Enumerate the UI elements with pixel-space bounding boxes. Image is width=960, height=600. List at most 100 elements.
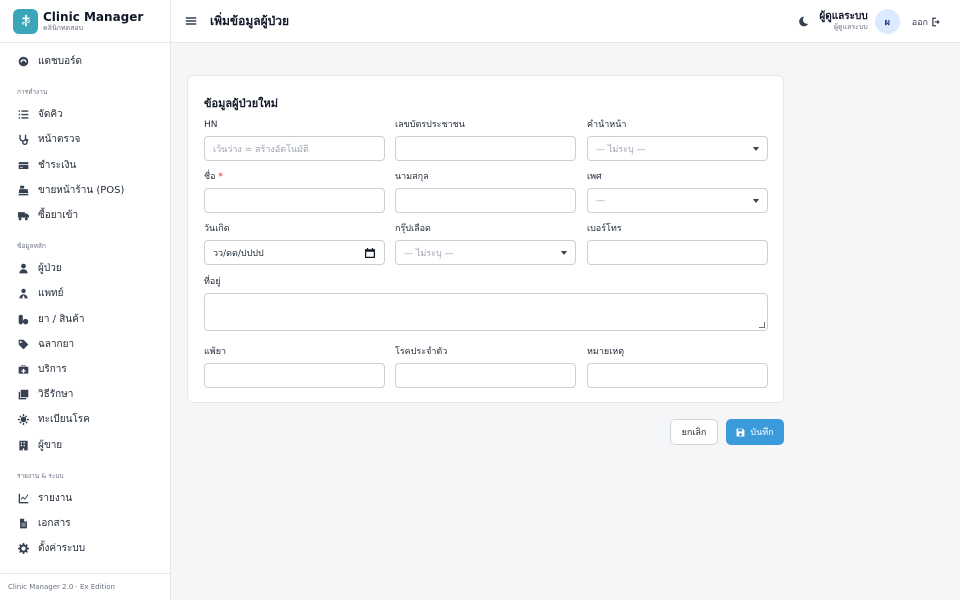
avatar[interactable]: ผ — [874, 9, 900, 34]
note-input[interactable] — [587, 363, 768, 388]
first-name-label: ชื่อ * — [204, 172, 223, 182]
credit-card-icon — [17, 159, 29, 171]
logout-label: ออก — [911, 17, 928, 28]
address-textarea[interactable] — [204, 293, 768, 331]
allergy-label: แพ้ยา — [204, 347, 227, 357]
pills-icon — [17, 313, 29, 325]
page-title: เพิ่มข้อมูลผู้ป่วย — [210, 13, 290, 28]
user-name: ผู้ดูแลระบบ — [819, 11, 868, 22]
blood-group-label: กรุ๊ปเลือด — [395, 224, 431, 234]
calendar-icon[interactable] — [365, 248, 375, 258]
sidebar-item-dashboard[interactable]: แดชบอร์ด — [0, 49, 170, 74]
note-label: หมายเหตุ — [587, 347, 625, 357]
sidebar-item-label: ทะเบียนโรค — [38, 414, 90, 426]
gender-label: เพศ — [587, 172, 602, 182]
logout-icon — [932, 17, 940, 26]
logout-button[interactable]: ออก — [912, 15, 941, 29]
sidebar-item-drugs[interactable]: ยา / สินค้า — [0, 307, 170, 332]
national-id-field-group: เลขบัตรประชาชน — [395, 120, 576, 161]
patient-form-card: ข้อมูลผู้ป่วยใหม่ HN เว้นว่าง = สร้างอัต… — [187, 75, 784, 403]
national-id-input[interactable] — [395, 136, 576, 161]
sidebar-section-operations: การทำงาน — [17, 88, 48, 97]
sidebar-item-purchase[interactable]: ซื้อยาเข้า — [0, 203, 170, 228]
last-name-label: นามสกุล — [395, 172, 429, 182]
sidebar-item-examination[interactable]: หน้าตรวจ — [0, 127, 170, 152]
app-subtitle: คลินิกทดสอบ — [43, 23, 84, 32]
tag-icon — [17, 338, 29, 350]
moon-icon[interactable] — [798, 16, 809, 27]
sidebar-item-patients[interactable]: ผู้ป่วย — [0, 256, 170, 281]
gender-field-group: เพศ — — [587, 172, 768, 213]
sidebar-item-label: แดชบอร์ด — [38, 56, 82, 68]
cancel-button[interactable]: ยกเลิก — [670, 419, 718, 445]
caret-down-icon — [753, 199, 759, 203]
sidebar-item-services[interactable]: บริการ — [0, 357, 170, 382]
stethoscope-icon — [17, 134, 29, 146]
prefix-select[interactable]: — ไม่ระบุ — — [587, 136, 768, 161]
sidebar-item-payment[interactable]: ชำระเงิน — [0, 153, 170, 178]
last-name-input[interactable] — [395, 188, 576, 213]
save-label: บันทึก — [750, 428, 774, 438]
gender-select[interactable]: — — [587, 188, 768, 213]
brand[interactable]: Clinic Manager คลินิกทดสอบ — [0, 0, 170, 43]
save-button[interactable]: บันทึก — [726, 419, 784, 445]
chart-icon — [17, 492, 29, 504]
hamburger-menu-icon[interactable] — [185, 14, 199, 28]
sidebar-item-label: ซื้อยาเข้า — [38, 210, 79, 222]
clinic-logo-icon — [13, 8, 38, 34]
document-icon — [17, 517, 29, 529]
sidebar-item-documents[interactable]: เอกสาร — [0, 511, 170, 536]
sidebar-item-vendors[interactable]: ผู้ขาย — [0, 432, 170, 457]
caret-down-icon — [561, 251, 567, 255]
birth-date-input[interactable]: วว/ดด/ปปปป — [204, 240, 385, 265]
blood-group-select[interactable]: — ไม่ระบุ — — [395, 240, 576, 265]
virus-icon — [17, 414, 29, 426]
phone-label: เบอร์โทร — [587, 224, 622, 234]
sidebar-item-doctors[interactable]: แพทย์ — [0, 281, 170, 306]
user-info: ผู้ดูแลระบบ ผู้ดูแลระบบ — [819, 11, 867, 32]
allergy-input[interactable] — [204, 363, 385, 388]
medical-kit-icon — [17, 363, 29, 375]
sidebar-item-label: ผู้ขาย — [38, 439, 63, 451]
form-title: ข้อมูลผู้ป่วยใหม่ — [204, 97, 279, 110]
sidebar-item-label: ขายหน้าร้าน (POS) — [38, 184, 125, 196]
note-field-group: หมายเหตุ — [587, 347, 768, 388]
chronic-field-group: โรคประจำตัว — [395, 347, 576, 388]
sidebar-item-label: วิธีรักษา — [38, 389, 74, 401]
birth-date-label: วันเกิด — [204, 224, 230, 234]
birth-date-field-group: วันเกิด วว/ดด/ปปปป — [204, 224, 385, 265]
sidebar-item-label: จัดคิว — [38, 109, 63, 121]
building-icon — [17, 439, 29, 451]
first-name-field-group: ชื่อ * — [204, 172, 385, 213]
sidebar-item-diseases[interactable]: ทะเบียนโรค — [0, 407, 170, 432]
sidebar-item-label: รายงาน — [38, 492, 73, 504]
prefix-selected: — ไม่ระบุ — — [596, 144, 646, 155]
sidebar-item-label: ฉลากยา — [38, 338, 75, 350]
hn-input[interactable]: เว้นว่าง = สร้างอัตโนมัติ — [204, 136, 385, 161]
address-label: ที่อยู่ — [204, 277, 221, 287]
blood-group-field-group: กรุ๊ปเลือด — ไม่ระบุ — — [395, 224, 576, 265]
hn-label: HN — [204, 120, 218, 130]
sidebar-item-settings[interactable]: ตั้งค่าระบบ — [0, 536, 170, 561]
hn-field-group: HN เว้นว่าง = สร้างอัตโนมัติ — [204, 120, 385, 161]
gear-icon — [17, 543, 29, 555]
phone-input[interactable] — [587, 240, 768, 265]
gender-selected: — — [596, 195, 605, 206]
resize-handle-icon[interactable] — [759, 322, 765, 328]
sidebar-item-queue[interactable]: จัดคิว — [0, 102, 170, 127]
prefix-label: คำนำหน้า — [587, 120, 627, 130]
dashboard-icon — [17, 56, 29, 68]
sidebar-section-reports: รายงาน & ระบบ — [17, 471, 64, 480]
sidebar-section-master: ข้อมูลหลัก — [17, 242, 46, 251]
chronic-input[interactable] — [395, 363, 576, 388]
sidebar-item-label: บริการ — [38, 363, 67, 375]
sidebar-item-label: หน้าตรวจ — [38, 134, 81, 146]
sidebar-item-labels[interactable]: ฉลากยา — [0, 332, 170, 357]
sidebar-item-treatments[interactable]: วิธีรักษา — [0, 382, 170, 407]
sidebar-item-pos[interactable]: ขายหน้าร้าน (POS) — [0, 178, 170, 203]
sidebar-item-reports[interactable]: รายงาน — [0, 486, 170, 511]
last-name-field-group: นามสกุล — [395, 172, 576, 213]
allergy-field-group: แพ้ยา — [204, 347, 385, 388]
birth-date-value: วว/ดด/ปปปป — [213, 248, 264, 259]
first-name-input[interactable] — [204, 188, 385, 213]
